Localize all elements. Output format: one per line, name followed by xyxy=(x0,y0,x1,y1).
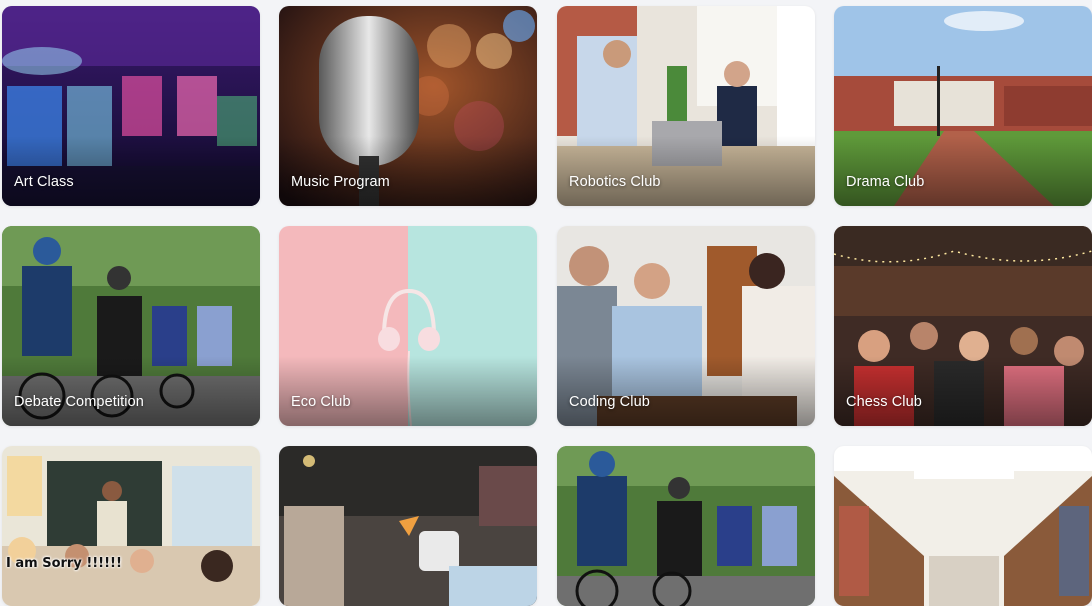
club-label: Robotics Club xyxy=(569,174,661,190)
club-card-crafts[interactable] xyxy=(279,446,537,606)
club-card-chess-club[interactable]: Chess Club xyxy=(834,226,1092,426)
classroom-image xyxy=(2,446,260,606)
club-card-music-program[interactable]: Music Program xyxy=(279,6,537,206)
club-label: Debate Competition xyxy=(14,394,144,410)
club-label: Eco Club xyxy=(291,394,351,410)
club-card-drama-club[interactable]: Drama Club xyxy=(834,6,1092,206)
library-image xyxy=(834,446,1092,606)
craft-table-image xyxy=(279,446,537,606)
club-card-coding-club[interactable]: Coding Club xyxy=(557,226,815,426)
club-card-grid: Art Class Music Program Robotics Club Dr… xyxy=(0,0,1092,606)
club-label: Art Class xyxy=(14,174,74,190)
club-label: Coding Club xyxy=(569,394,650,410)
club-card-debate-competition[interactable]: Debate Competition xyxy=(2,226,260,426)
club-card-robotics-club[interactable]: Robotics Club xyxy=(557,6,815,206)
club-label: Music Program xyxy=(291,174,390,190)
club-label: Chess Club xyxy=(846,394,922,410)
club-label: Drama Club xyxy=(846,174,925,190)
club-card-library[interactable] xyxy=(834,446,1092,606)
cyclists-image xyxy=(557,446,815,606)
club-card-classroom[interactable]: I am Sorry !!!!!! xyxy=(2,446,260,606)
club-card-eco-club[interactable]: Eco Club xyxy=(279,226,537,426)
club-card-art-class[interactable]: Art Class xyxy=(2,6,260,206)
club-card-cycling[interactable] xyxy=(557,446,815,606)
overlay-text: I am Sorry !!!!!! xyxy=(6,556,122,571)
